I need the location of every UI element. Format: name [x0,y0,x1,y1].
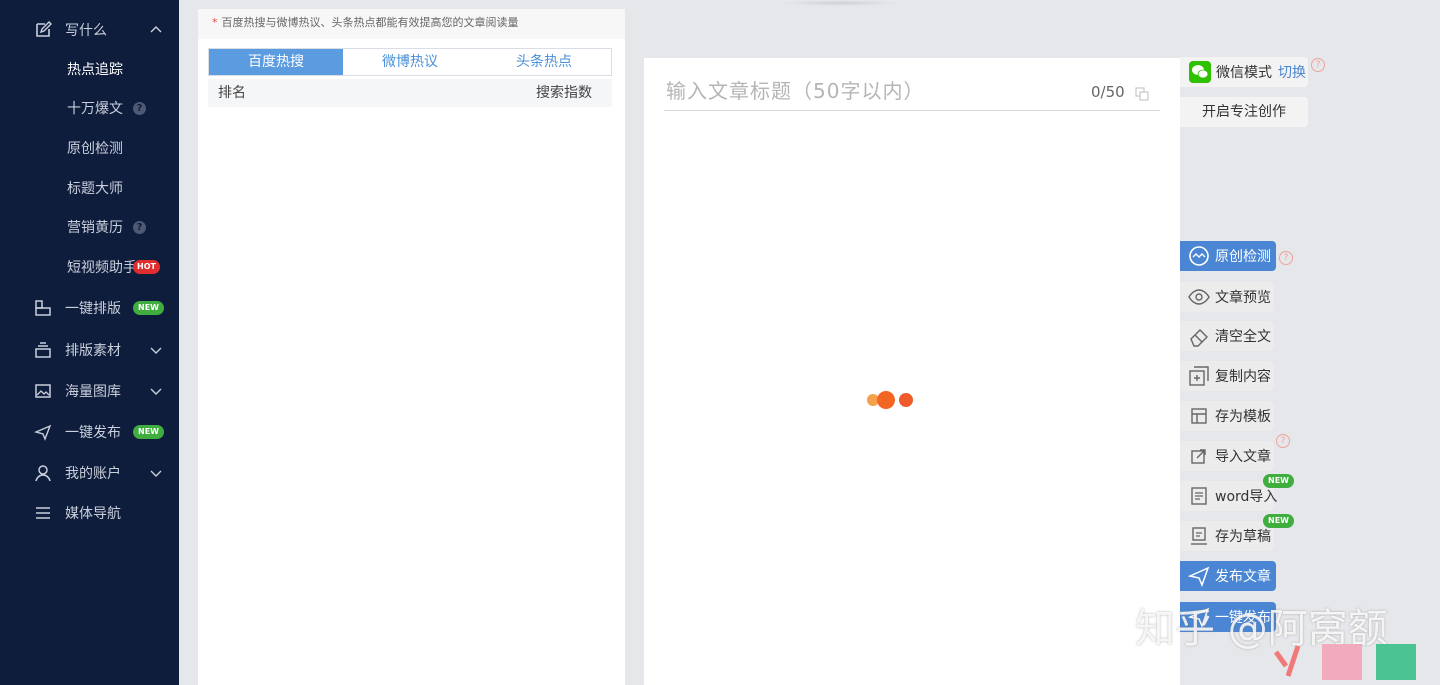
nav-label: 海量图库 [65,384,121,400]
eye-icon [1188,286,1210,308]
save-draft-button[interactable]: 存为草稿 [1180,521,1274,551]
sub-item-label: 短视频助手 [67,260,137,276]
copy-plus-icon [1188,365,1210,387]
wechat-icon [1189,61,1211,83]
title-underline [664,110,1160,111]
layout-icon [34,299,52,317]
send-icon [33,423,52,441]
clear-all-button[interactable]: 清空全文 [1180,321,1274,351]
help-icon[interactable]: ? [133,220,146,234]
nav-layout-materials[interactable]: 排版素材 [0,332,179,368]
title-char-count: 0/50 [1091,83,1125,101]
help-icon[interactable]: ? [1311,58,1325,72]
word-import-button[interactable]: word导入 [1180,481,1278,511]
article-preview-button[interactable]: 文章预览 [1180,282,1274,312]
sub-item-viral-articles[interactable]: 十万爆文 ? [0,91,179,125]
hot-tabs: 百度热搜 微博热议 头条热点 [208,48,612,76]
nav-write-what[interactable]: 写什么 [0,12,179,48]
sub-item-short-video-assistant[interactable]: 短视频助手 HOT [0,250,179,284]
send-icon [1187,565,1210,588]
nav-label: 我的账户 [65,466,121,482]
tool-label: 发布文章 [1215,569,1271,585]
menu-icon [34,504,52,522]
eraser-icon [1188,325,1210,347]
template-icon [1188,405,1210,427]
help-icon[interactable]: ? [1279,251,1293,265]
sub-item-label: 原创检测 [67,141,123,157]
new-badge: NEW [1263,514,1294,528]
tool-label: 复制内容 [1215,369,1271,385]
user-icon [34,464,52,482]
nav-label: 写什么 [65,23,107,39]
help-icon[interactable]: ? [1276,434,1290,448]
sub-item-label: 十万爆文 [67,101,123,117]
fish-logo-icon [1273,644,1416,680]
nav-image-library[interactable]: 海量图库 [0,373,179,409]
hint-text: 百度热搜与微博热议、头条热点都能有效提高您的文章阅读量 [221,16,519,29]
copy-title-icon[interactable] [1135,86,1149,101]
wechat-mode-box: 微信模式 切换 [1180,57,1308,87]
loading-spinner-icon [867,391,913,409]
wechat-mode-label: 微信模式 [1216,65,1272,81]
col-search-index: 搜索指数 [536,85,592,101]
nav-media-navigation[interactable]: 媒体导航 [0,495,179,531]
sub-item-hot-tracking[interactable]: 热点追踪 [0,52,179,86]
nav-label: 一键排版 [65,301,121,317]
sub-item-label: 营销黄历 [67,220,123,236]
switch-mode-link[interactable]: 切换 [1278,62,1306,82]
chevron-down-icon [149,466,163,480]
sub-item-title-master[interactable]: 标题大师 [0,171,179,205]
nav-label: 媒体导航 [65,506,121,522]
originality-check-button[interactable]: 原创检测 [1180,241,1276,271]
required-star: * [212,16,218,29]
hot-search-panel: * 百度热搜与微博热议、头条热点都能有效提高您的文章阅读量 百度热搜 微博热议 头… [198,9,625,685]
import-article-button[interactable]: 导入文章 [1180,441,1274,471]
tool-label: 存为草稿 [1215,529,1271,545]
chevron-down-icon [149,343,163,357]
new-badge: NEW [133,301,164,315]
hot-badge: HOT [133,260,160,274]
nav-label: 排版素材 [65,343,121,359]
save-as-template-button[interactable]: 存为模板 [1180,401,1274,431]
tab-baidu-hot[interactable]: 百度热搜 [209,49,343,75]
new-badge: NEW [133,425,164,439]
hot-hint: * 百度热搜与微博热议、头条热点都能有效提高您的文章阅读量 [198,9,625,39]
nav-my-account[interactable]: 我的账户 [0,455,179,491]
chevron-down-icon [149,384,163,398]
tool-label: 导入文章 [1215,449,1271,465]
title-input[interactable] [664,72,1068,110]
stack-icon [34,341,52,359]
tool-label: 存为模板 [1215,409,1271,425]
nav-one-click-publish[interactable]: 一键发布 NEW [0,414,179,450]
nav-label: 一键发布 [65,425,121,441]
new-badge: NEW [1263,474,1294,488]
publish-article-button[interactable]: 发布文章 [1180,561,1276,591]
edit-icon [34,21,52,39]
editor-panel: 0/50 [644,58,1180,685]
sub-item-marketing-calendar[interactable]: 营销黄历 ? [0,210,179,244]
draft-icon [1188,525,1210,547]
sub-item-label: 标题大师 [67,181,123,197]
top-shadow [780,0,900,6]
chevron-up-icon [149,23,163,37]
tool-label: 原创检测 [1215,249,1271,265]
hot-table-header: 排名 搜索指数 [208,79,612,107]
import-icon [1188,445,1210,467]
help-icon[interactable]: ? [133,101,146,115]
nav-one-click-layout[interactable]: 一键排版 NEW [0,290,179,326]
tool-label: 清空全文 [1215,329,1271,345]
sub-item-originality-check[interactable]: 原创检测 [0,131,179,165]
sidebar: 写什么 热点追踪 十万爆文 ? 原创检测 标题大师 营销黄历 ? 短视频助手 H… [0,0,179,685]
tab-toutiao-hot[interactable]: 头条热点 [477,49,611,75]
image-icon [34,382,52,400]
col-rank: 排名 [218,85,246,101]
focus-mode-button[interactable]: 开启专注创作 [1180,97,1308,127]
tab-weibo-hot[interactable]: 微博热议 [343,49,477,75]
originality-icon [1188,245,1210,267]
tool-label: 文章预览 [1215,290,1271,306]
copy-content-button[interactable]: 复制内容 [1180,361,1274,391]
word-doc-icon [1188,485,1210,507]
sub-item-label: 热点追踪 [67,62,123,78]
tool-label: word导入 [1215,489,1278,505]
